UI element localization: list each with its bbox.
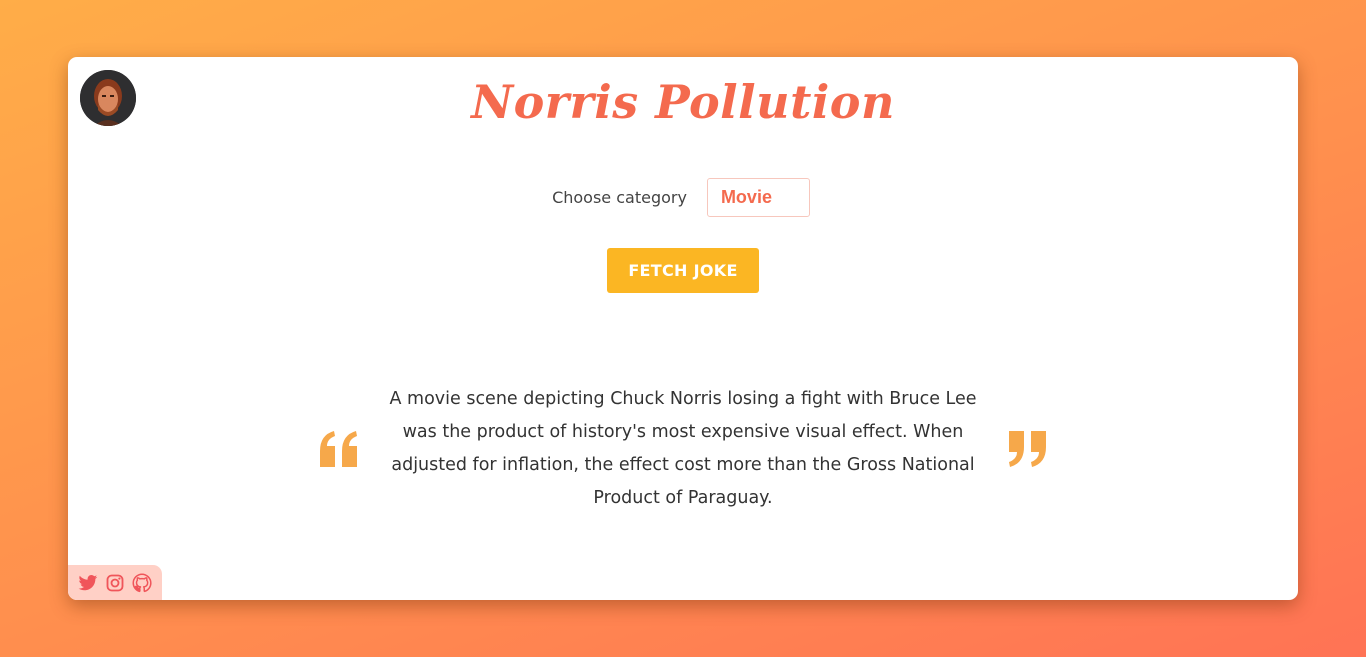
open-quote-icon [320,431,357,467]
joke-text: A movie scene depicting Chuck Norris los… [389,389,977,508]
github-icon[interactable] [132,573,152,593]
category-select[interactable]: Movie [706,178,810,217]
main-card: Norris Pollution Choose category Movie F… [68,57,1298,600]
category-label: Choose category [552,188,687,207]
social-links [68,565,162,600]
page-title: Norris Pollution [471,75,895,129]
joke-quote: A movie scene depicting Chuck Norris los… [318,383,1048,515]
twitter-icon[interactable] [78,573,98,593]
close-quote-icon [1009,431,1046,467]
fetch-joke-button[interactable]: FETCH JOKE [607,248,759,293]
instagram-icon[interactable] [105,573,125,593]
category-row: Choose category Movie [68,178,1298,217]
